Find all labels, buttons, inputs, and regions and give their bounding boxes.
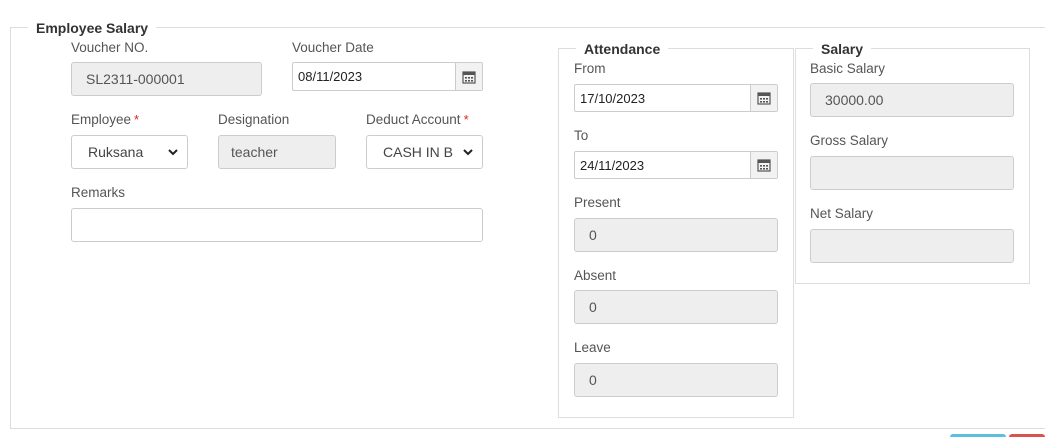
present-value: 0 xyxy=(589,227,597,243)
salary-legend: Salary xyxy=(813,40,872,58)
voucher-no-field: SL2311-000001 xyxy=(71,62,262,96)
attendance-legend: Attendance xyxy=(576,40,669,58)
deduct-account-required-mark: * xyxy=(463,112,469,127)
designation-field: teacher xyxy=(218,135,336,169)
remarks-label: Remarks xyxy=(71,185,126,200)
deduct-account-select[interactable]: CASH IN B xyxy=(366,135,483,169)
calendar-icon xyxy=(462,70,476,84)
voucher-date-input[interactable]: 08/11/2023 xyxy=(292,62,483,91)
leave-value: 0 xyxy=(589,372,597,388)
to-date-value: 24/11/2023 xyxy=(580,157,645,173)
remarks-input[interactable] xyxy=(71,208,483,242)
employee-label-text: Employee xyxy=(71,112,132,127)
to-date-input[interactable]: 24/11/2023 xyxy=(574,151,778,179)
designation-value: teacher xyxy=(231,144,278,160)
present-label: Present xyxy=(574,195,621,210)
basic-salary-field: 30000.00 xyxy=(810,83,1014,117)
chevron-down-icon xyxy=(463,149,473,156)
gross-salary-field xyxy=(810,156,1014,190)
voucher-date-calendar-button[interactable] xyxy=(455,63,482,90)
from-label: From xyxy=(574,61,606,76)
employee-salary-legend: Employee Salary xyxy=(28,19,157,37)
employee-select-value: Ruksana xyxy=(88,144,144,160)
calendar-icon xyxy=(757,92,771,105)
voucher-no-label: Voucher NO. xyxy=(71,40,149,55)
absent-value: 0 xyxy=(589,299,597,315)
from-date-input[interactable]: 17/10/2023 xyxy=(574,84,778,112)
leave-field: 0 xyxy=(574,363,778,397)
present-field: 0 xyxy=(574,218,778,252)
gross-salary-label: Gross Salary xyxy=(810,133,889,148)
to-date-calendar-button[interactable] xyxy=(750,152,777,178)
voucher-no-value: SL2311-000001 xyxy=(86,71,185,87)
designation-label: Designation xyxy=(218,112,290,127)
net-salary-field xyxy=(810,229,1014,263)
net-salary-label: Net Salary xyxy=(810,206,874,221)
employee-select[interactable]: Ruksana xyxy=(71,135,188,169)
deduct-account-label: Deduct Account * xyxy=(366,112,469,128)
from-date-calendar-button[interactable] xyxy=(750,85,777,111)
voucher-date-label: Voucher Date xyxy=(292,40,374,55)
employee-label: Employee * xyxy=(71,112,139,128)
employee-required-mark: * xyxy=(134,112,140,127)
calendar-icon xyxy=(757,159,771,172)
absent-field: 0 xyxy=(574,290,778,324)
from-date-value: 17/10/2023 xyxy=(580,90,646,106)
basic-salary-label: Basic Salary xyxy=(810,61,886,76)
deduct-account-select-value: CASH IN B xyxy=(383,144,454,160)
to-label: To xyxy=(574,128,589,143)
leave-label: Leave xyxy=(574,340,611,355)
voucher-date-value: 08/11/2023 xyxy=(298,69,363,84)
absent-label: Absent xyxy=(574,268,617,283)
deduct-account-label-text: Deduct Account xyxy=(366,112,461,127)
basic-salary-value: 30000.00 xyxy=(825,92,884,108)
chevron-down-icon xyxy=(168,149,178,156)
